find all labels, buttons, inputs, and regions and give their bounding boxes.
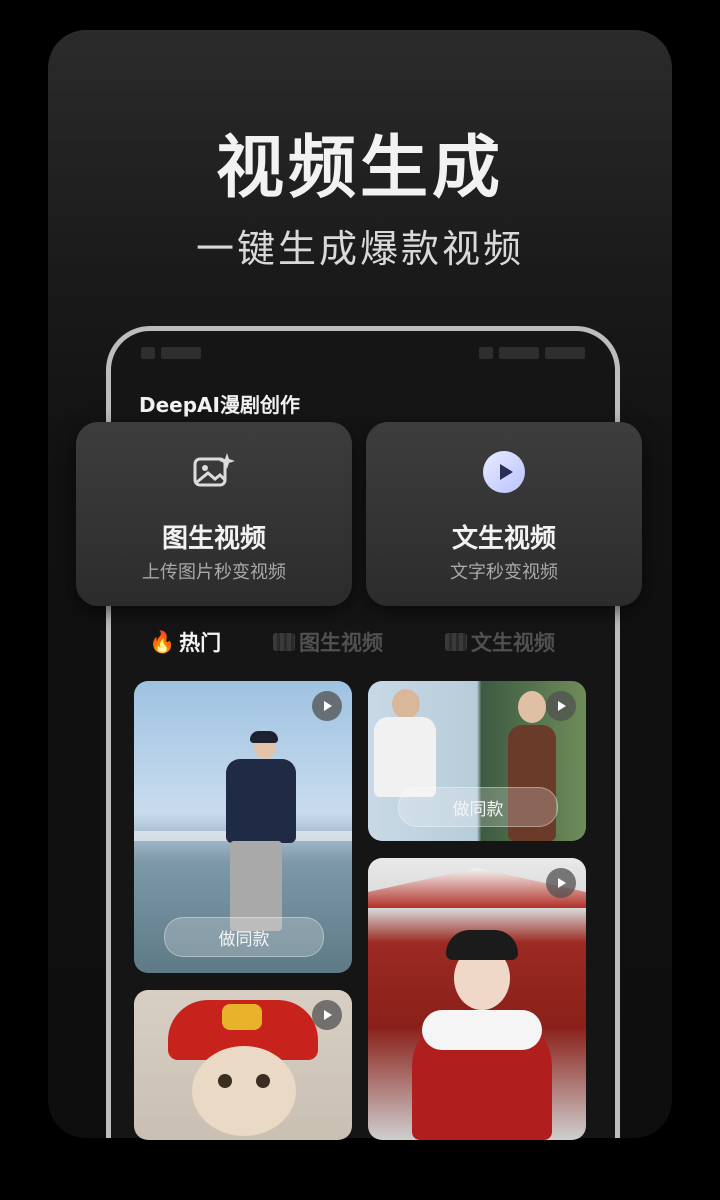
tab-text-to-video-label: 文生视频 — [471, 631, 555, 655]
tab-image-to-video-label: 图生视频 — [299, 631, 383, 655]
hero-title: 视频生成 — [215, 129, 504, 208]
tab-hot[interactable]: 🔥 热门 — [149, 627, 221, 657]
play-icon[interactable] — [312, 691, 342, 721]
video-thumbnail-palace[interactable] — [368, 858, 586, 1140]
person-head — [518, 691, 546, 723]
gold-ornament — [222, 1004, 262, 1030]
video-thumbnail-seaside[interactable]: 做同款 — [134, 681, 352, 973]
clock-icon — [545, 347, 585, 359]
text-to-video-card[interactable]: 文生视频 文字秒变视频 — [366, 422, 642, 606]
play-icon[interactable] — [312, 1000, 342, 1030]
play-icon[interactable] — [546, 868, 576, 898]
make-same-button[interactable]: 做同款 — [164, 917, 324, 957]
hero-subtitle: 一键生成爆款视频 — [195, 227, 524, 271]
cat-face — [192, 1046, 296, 1136]
play-circle-icon — [482, 450, 526, 494]
text-to-video-subtitle: 文字秒变视频 — [450, 562, 558, 583]
fur-collar — [422, 1010, 542, 1050]
carrier-icon — [161, 347, 201, 359]
person-sweater — [226, 759, 296, 843]
image-to-video-subtitle: 上传图片秒变视频 — [142, 562, 286, 583]
clapper-icon — [445, 633, 467, 651]
signal-icon — [141, 347, 155, 359]
tab-image-to-video[interactable]: 图生视频 — [273, 627, 383, 657]
image-sparkle-icon — [192, 450, 236, 494]
tab-text-to-video[interactable]: 文生视频 — [445, 627, 555, 657]
make-same-button[interactable]: 做同款 — [398, 787, 558, 827]
clapper-icon — [273, 633, 295, 651]
image-to-video-card[interactable]: 图生视频 上传图片秒变视频 — [76, 422, 352, 606]
app-title: DeepAI漫剧创作 — [139, 393, 300, 417]
tab-hot-label: 热门 — [179, 631, 222, 655]
play-icon[interactable] — [546, 691, 576, 721]
flame-icon: 🔥 — [149, 629, 176, 654]
video-thumbnail-couple[interactable]: 做同款 — [368, 681, 586, 841]
cat-eye — [218, 1074, 232, 1088]
cat-eye — [256, 1074, 270, 1088]
battery-icon — [499, 347, 539, 359]
hair-ornament — [446, 930, 518, 960]
text-to-video-title: 文生视频 — [451, 524, 556, 554]
wifi-icon — [479, 347, 493, 359]
image-to-video-title: 图生视频 — [161, 524, 266, 554]
cap — [250, 731, 278, 743]
category-tabs: 🔥 热门 图生视频 文生视频 — [141, 627, 591, 657]
video-thumbnail-cat[interactable] — [134, 990, 352, 1140]
person-head — [392, 689, 420, 719]
person-shirt — [374, 717, 436, 797]
status-bar — [141, 343, 585, 365]
